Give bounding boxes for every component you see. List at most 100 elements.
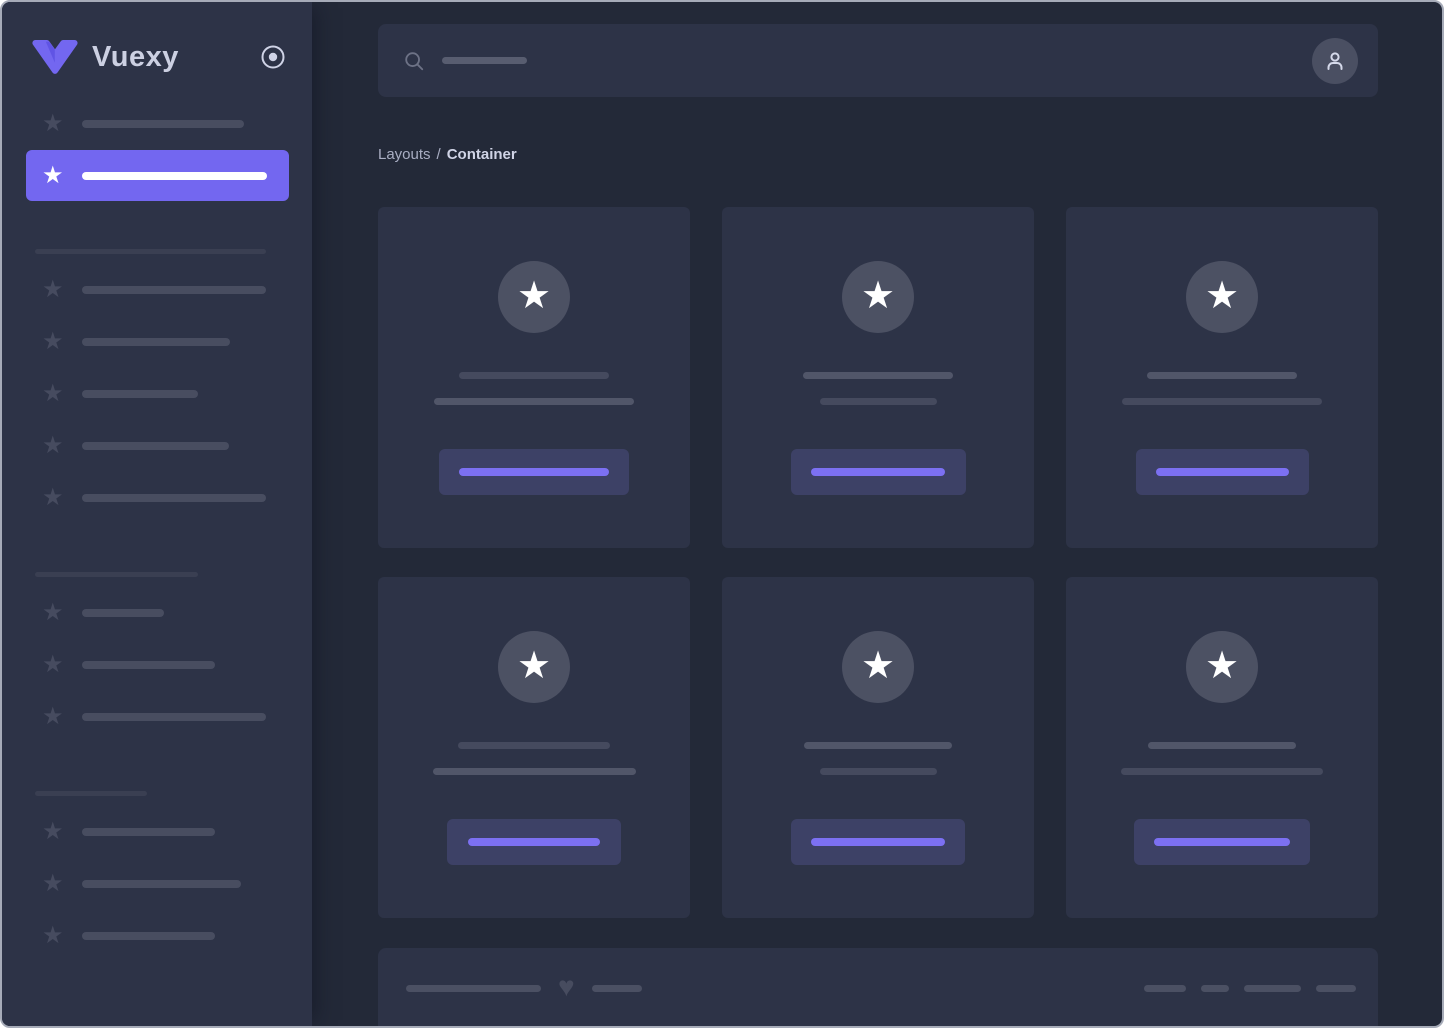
sidebar-section-header	[35, 249, 312, 254]
person-icon	[1323, 49, 1347, 73]
search-bar[interactable]	[378, 24, 1378, 97]
sidebar-item-skeleton	[82, 390, 198, 398]
sidebar-item[interactable]: ★	[2, 587, 312, 639]
menu-collapse-toggle-icon[interactable]	[260, 44, 286, 70]
sidebar: Vuexy ★ ★ ★ ★ ★ ★ ★ ★ ★ ★ ★ ★ ★	[2, 2, 312, 1026]
sidebar-item-skeleton	[82, 661, 215, 669]
card-subtitle-skeleton	[434, 398, 634, 405]
sidebar-item-active[interactable]: ★	[26, 150, 289, 201]
breadcrumb-separator: /	[436, 146, 441, 163]
card-action-button[interactable]	[1134, 819, 1310, 865]
sidebar-item[interactable]: ★	[2, 368, 312, 420]
button-label-skeleton	[811, 468, 945, 476]
sidebar-item[interactable]: ★	[2, 472, 312, 524]
card-subtitle-skeleton	[819, 398, 937, 405]
star-icon: ★	[42, 599, 64, 626]
placeholder-card: ★	[722, 577, 1034, 918]
card-subtitle-skeleton	[1121, 768, 1323, 775]
card-action-button[interactable]	[791, 819, 965, 865]
card-subtitle-skeleton	[1122, 398, 1322, 405]
placeholder-card: ★	[1066, 577, 1378, 918]
star-icon: ★	[42, 276, 64, 303]
placeholder-card: ★	[1066, 207, 1378, 548]
sidebar-item-skeleton	[82, 171, 267, 180]
sidebar-item-skeleton	[82, 828, 215, 836]
footer-text-skeleton	[406, 984, 541, 992]
breadcrumb-current: Container	[446, 146, 517, 163]
star-icon: ★	[860, 644, 896, 687]
search-placeholder-skeleton	[442, 57, 527, 64]
card-title-skeleton	[1147, 372, 1297, 379]
star-icon: ★	[42, 161, 64, 189]
card-subtitle-skeleton	[819, 768, 937, 775]
star-badge: ★	[842, 631, 914, 703]
sidebar-item[interactable]: ★	[2, 316, 312, 368]
sidebar-item[interactable]: ★	[2, 639, 312, 691]
sidebar-item[interactable]: ★	[2, 858, 312, 910]
breadcrumb: Layouts / Container	[378, 146, 1378, 163]
card-grid: ★ ★ ★ ★ ★ ★	[378, 207, 1378, 918]
vuexy-logo-icon	[30, 38, 80, 76]
section-header-skeleton	[35, 249, 266, 254]
sidebar-item-skeleton	[82, 880, 241, 888]
main-content: Layouts / Container ★ ★ ★ ★ ★ ★ ♥	[312, 2, 1442, 1026]
button-label-skeleton	[459, 468, 609, 476]
sidebar-item[interactable]: ★	[2, 691, 312, 743]
star-icon: ★	[42, 703, 64, 730]
star-badge: ★	[1186, 631, 1258, 703]
footer-card: ♥	[378, 948, 1378, 1026]
star-icon: ★	[42, 432, 64, 459]
star-icon: ★	[42, 484, 64, 511]
sidebar-item-skeleton	[82, 286, 266, 294]
button-label-skeleton	[1154, 838, 1290, 846]
card-action-button[interactable]	[1135, 449, 1309, 495]
footer-link-skeleton[interactable]	[1144, 984, 1186, 992]
sidebar-item-skeleton	[82, 932, 215, 940]
star-icon: ★	[42, 870, 64, 897]
star-badge: ★	[842, 261, 914, 333]
search-icon	[403, 50, 425, 72]
sidebar-section-header	[35, 572, 312, 577]
sidebar-item-skeleton	[82, 494, 266, 502]
button-label-skeleton	[468, 838, 600, 846]
card-subtitle-skeleton	[432, 768, 636, 775]
card-action-button[interactable]	[790, 449, 966, 495]
breadcrumb-section[interactable]: Layouts	[378, 146, 431, 163]
user-avatar[interactable]	[1312, 37, 1358, 84]
sidebar-item[interactable]: ★	[2, 910, 312, 962]
placeholder-card: ★	[378, 207, 690, 548]
star-icon: ★	[860, 274, 896, 317]
sidebar-item[interactable]: ★	[2, 264, 312, 316]
sidebar-item-skeleton	[82, 120, 244, 128]
card-title-skeleton	[804, 742, 952, 749]
star-icon: ★	[516, 644, 552, 687]
footer-links	[1144, 984, 1356, 992]
heart-icon: ♥	[558, 970, 575, 1002]
card-title-skeleton	[459, 372, 609, 379]
star-icon: ★	[1204, 644, 1240, 687]
star-icon: ★	[42, 922, 64, 949]
sidebar-item-skeleton	[82, 713, 266, 721]
footer-text-skeleton	[591, 984, 642, 992]
footer-link-skeleton[interactable]	[1244, 984, 1301, 992]
section-header-skeleton	[35, 791, 147, 796]
sidebar-item[interactable]: ★	[2, 806, 312, 858]
sidebar-nav: ★ ★ ★ ★ ★ ★ ★ ★ ★ ★ ★ ★ ★	[2, 98, 312, 962]
star-icon: ★	[42, 651, 64, 678]
footer-link-skeleton[interactable]	[1201, 984, 1229, 992]
star-icon: ★	[42, 110, 64, 137]
footer-link-skeleton[interactable]	[1316, 984, 1356, 992]
star-badge: ★	[1186, 261, 1258, 333]
sidebar-item[interactable]: ★	[2, 420, 312, 472]
sidebar-item-skeleton	[82, 442, 229, 450]
sidebar-item-skeleton	[82, 609, 164, 617]
card-action-button[interactable]	[439, 449, 629, 495]
star-icon: ★	[1204, 274, 1240, 317]
star-icon: ★	[42, 328, 64, 355]
sidebar-section-header	[35, 791, 312, 796]
card-action-button[interactable]	[447, 819, 621, 865]
placeholder-card: ★	[378, 577, 690, 918]
button-label-skeleton	[811, 838, 945, 846]
sidebar-item[interactable]: ★	[2, 98, 312, 150]
app-window: Vuexy ★ ★ ★ ★ ★ ★ ★ ★ ★ ★ ★ ★ ★ Layouts …	[0, 0, 1444, 1028]
